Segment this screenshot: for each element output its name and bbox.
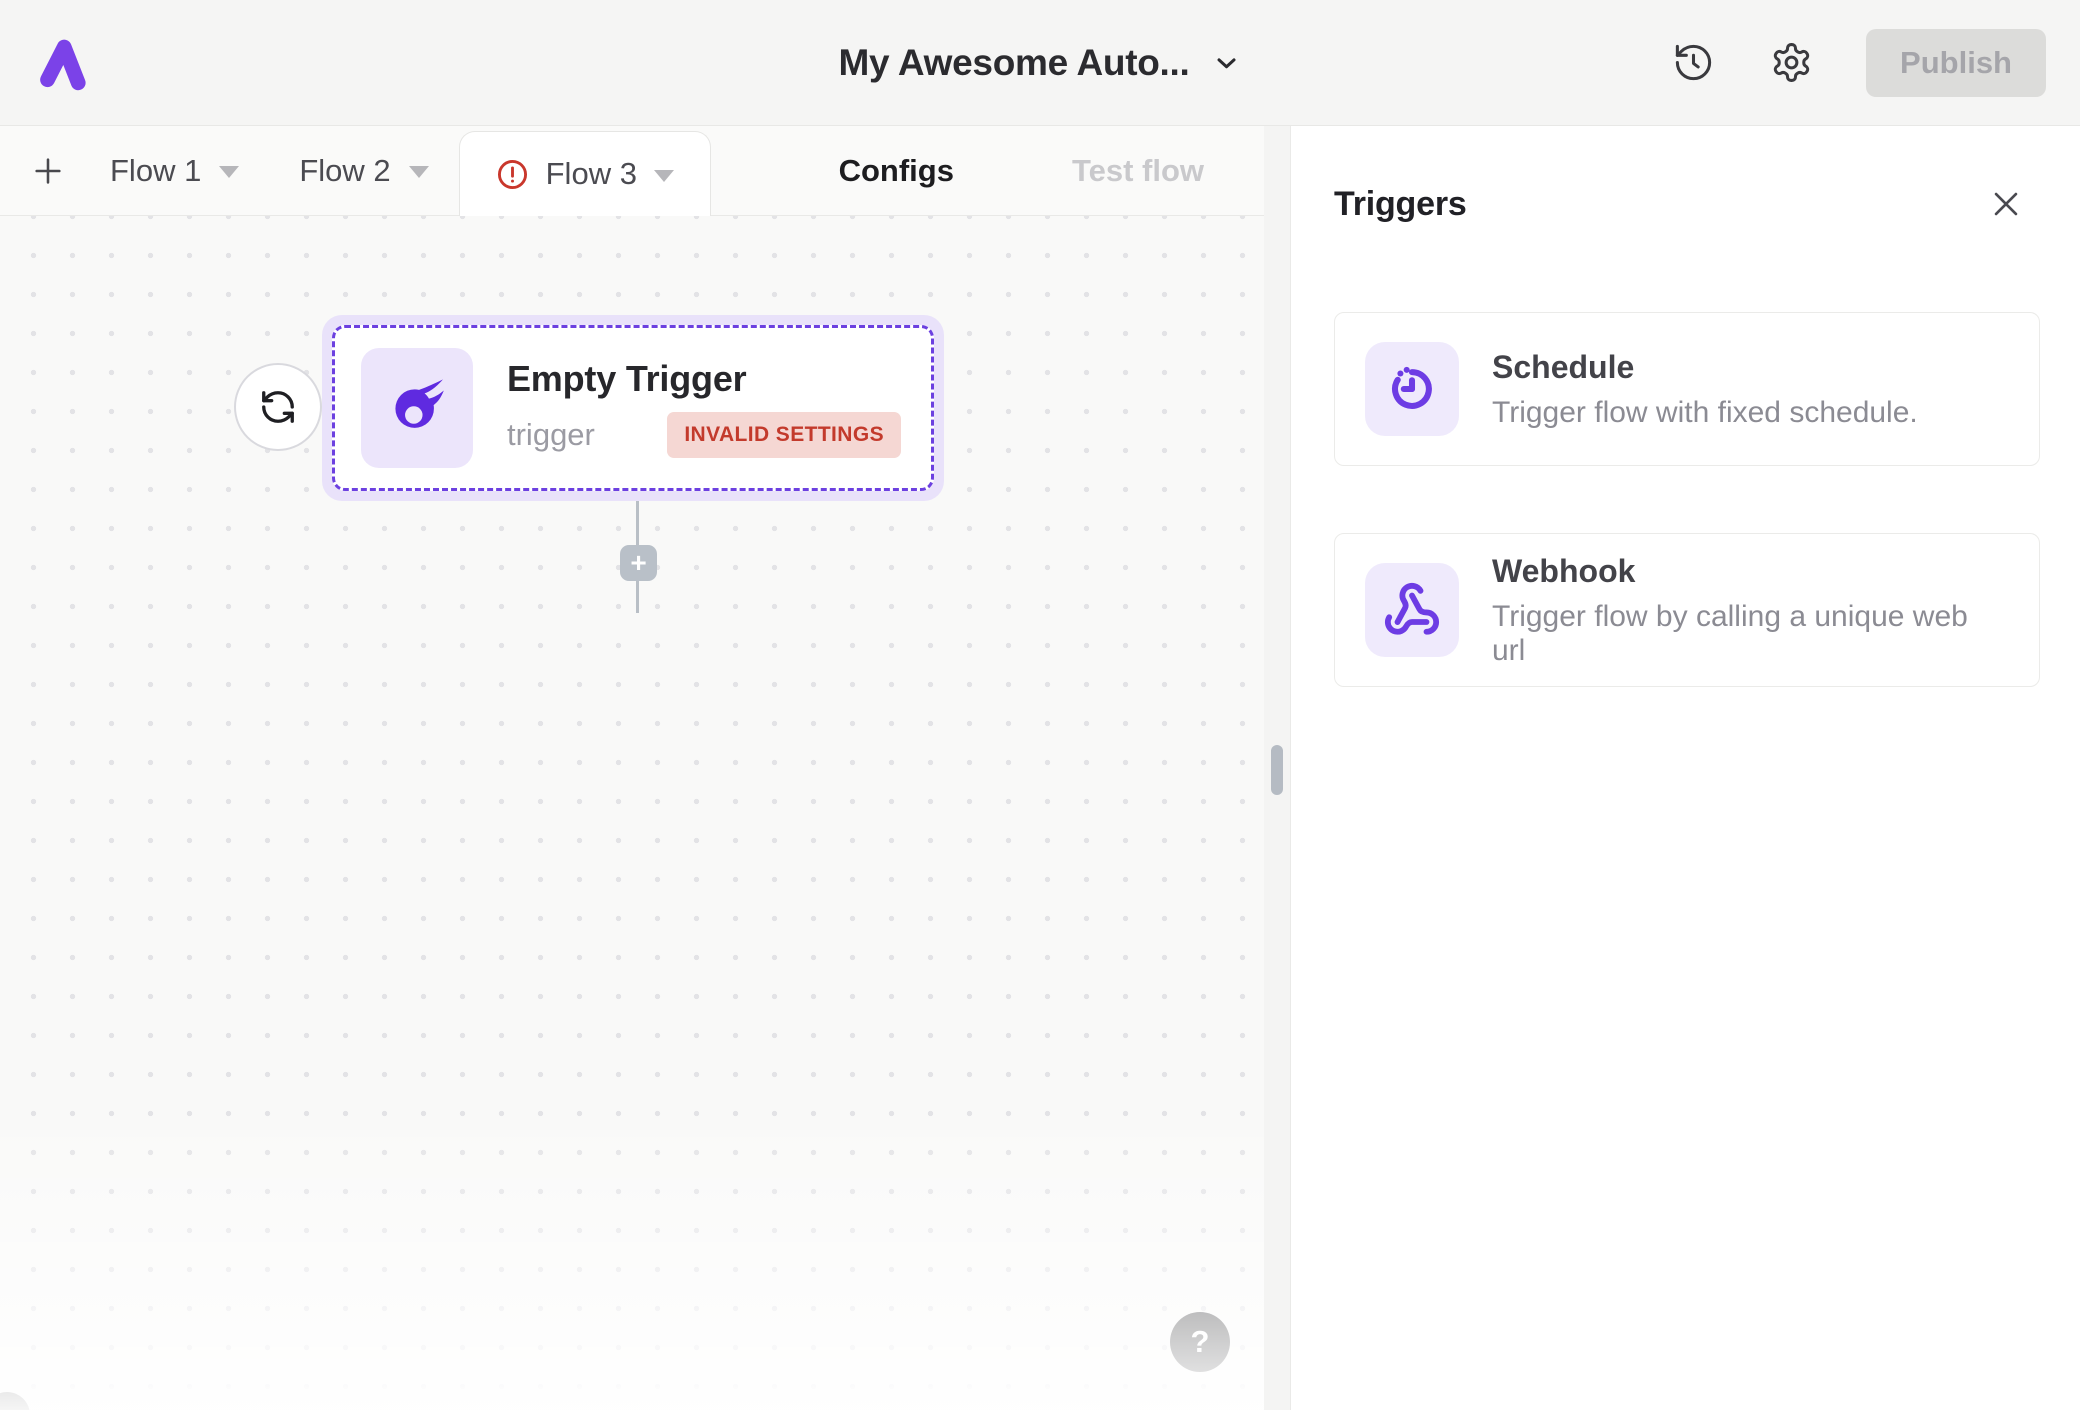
trigger-node-subrow: trigger INVALID SETTINGS [507,412,901,458]
invalid-settings-badge: INVALID SETTINGS [667,412,901,458]
flow-title-menu[interactable]: My Awesome Auto... [839,42,1242,84]
refresh-icon [259,388,297,426]
flame-icon [382,373,452,443]
triggers-panel-header: Triggers [1334,182,2040,226]
webhook-title: Webhook [1492,553,2009,590]
webhook-iconbox [1365,563,1459,657]
trigger-node[interactable]: Empty Trigger trigger INVALID SETTINGS [322,315,944,501]
add-flow-button[interactable] [16,126,80,215]
trigger-node-title: Empty Trigger [507,358,901,400]
chevron-down-icon [1211,48,1241,78]
configs-link[interactable]: Configs [839,153,954,189]
trigger-node-text: Empty Trigger trigger INVALID SETTINGS [507,358,901,458]
webhook-description: Trigger flow by calling a unique web url [1492,600,2009,668]
canvas-corner-control [0,1392,30,1410]
topbar: My Awesome Auto... Publish [0,0,2080,126]
schedule-text: Schedule Trigger flow with fixed schedul… [1492,349,1918,430]
trigger-node-subtitle: trigger [507,417,595,453]
topbar-actions: Publish [1670,29,2046,97]
tab-flow-1[interactable]: Flow 1 [80,126,269,215]
tab-flow-1-caret-icon[interactable] [219,166,239,178]
tab-flow-3[interactable]: Flow 3 [459,131,711,216]
timer-icon [1383,360,1441,418]
tab-flow-2-label: Flow 2 [299,153,390,189]
schedule-iconbox [1365,342,1459,436]
canvas-scrollbar-track[interactable] [1264,126,1290,1410]
tab-flow-2-caret-icon[interactable] [409,166,429,178]
app-window: My Awesome Auto... Publish [0,0,2080,1410]
triggers-panel: Triggers Schedule Trigger flow with [1290,126,2080,1410]
flow-canvas[interactable]: Empty Trigger trigger INVALID SETTINGS +… [0,216,1264,1410]
close-panel-button[interactable] [1984,182,2028,226]
schedule-title: Schedule [1492,349,1918,386]
flow-tabs-bar: Flow 1 Flow 2 Flow 3 Configs Test flow [0,126,1264,216]
tab-flow-1-label: Flow 1 [110,153,201,189]
app-logo[interactable] [34,34,92,92]
trigger-node-iconbox [361,348,473,468]
trigger-node-card: Empty Trigger trigger INVALID SETTINGS [332,325,934,491]
plus-icon [31,154,65,188]
help-button[interactable]: ? [1170,1312,1230,1372]
publish-button[interactable]: Publish [1866,29,2046,97]
activepieces-logo-icon [34,34,92,92]
history-icon [1672,41,1715,84]
add-step-button[interactable]: + [620,545,657,581]
invalid-warning-icon [496,158,529,191]
canvas-scrollbar-thumb[interactable] [1271,745,1283,795]
panel-title: Triggers [1334,185,1467,224]
webhook-text: Webhook Trigger flow by calling a unique… [1492,553,2009,668]
builder-main: Flow 1 Flow 2 Flow 3 Configs Test flow [0,126,1290,1410]
close-icon [1989,187,2023,221]
tabrow-right: Configs Test flow [839,126,1264,215]
webhook-icon [1383,581,1441,639]
settings-button[interactable] [1768,40,1814,86]
tab-flow-3-caret-icon[interactable] [654,170,674,182]
history-button[interactable] [1670,40,1716,86]
page-title: My Awesome Auto... [839,42,1190,84]
schedule-description: Trigger flow with fixed schedule. [1492,396,1918,430]
canvas-bottom-fade [0,1110,1264,1410]
test-flow-link[interactable]: Test flow [1072,153,1204,189]
trigger-option-webhook[interactable]: Webhook Trigger flow by calling a unique… [1334,533,2040,687]
tab-flow-2[interactable]: Flow 2 [269,126,458,215]
refresh-flow-button[interactable] [234,363,322,451]
gear-icon [1770,41,1813,84]
trigger-option-schedule[interactable]: Schedule Trigger flow with fixed schedul… [1334,312,2040,466]
tab-flow-3-label: Flow 3 [546,156,637,192]
